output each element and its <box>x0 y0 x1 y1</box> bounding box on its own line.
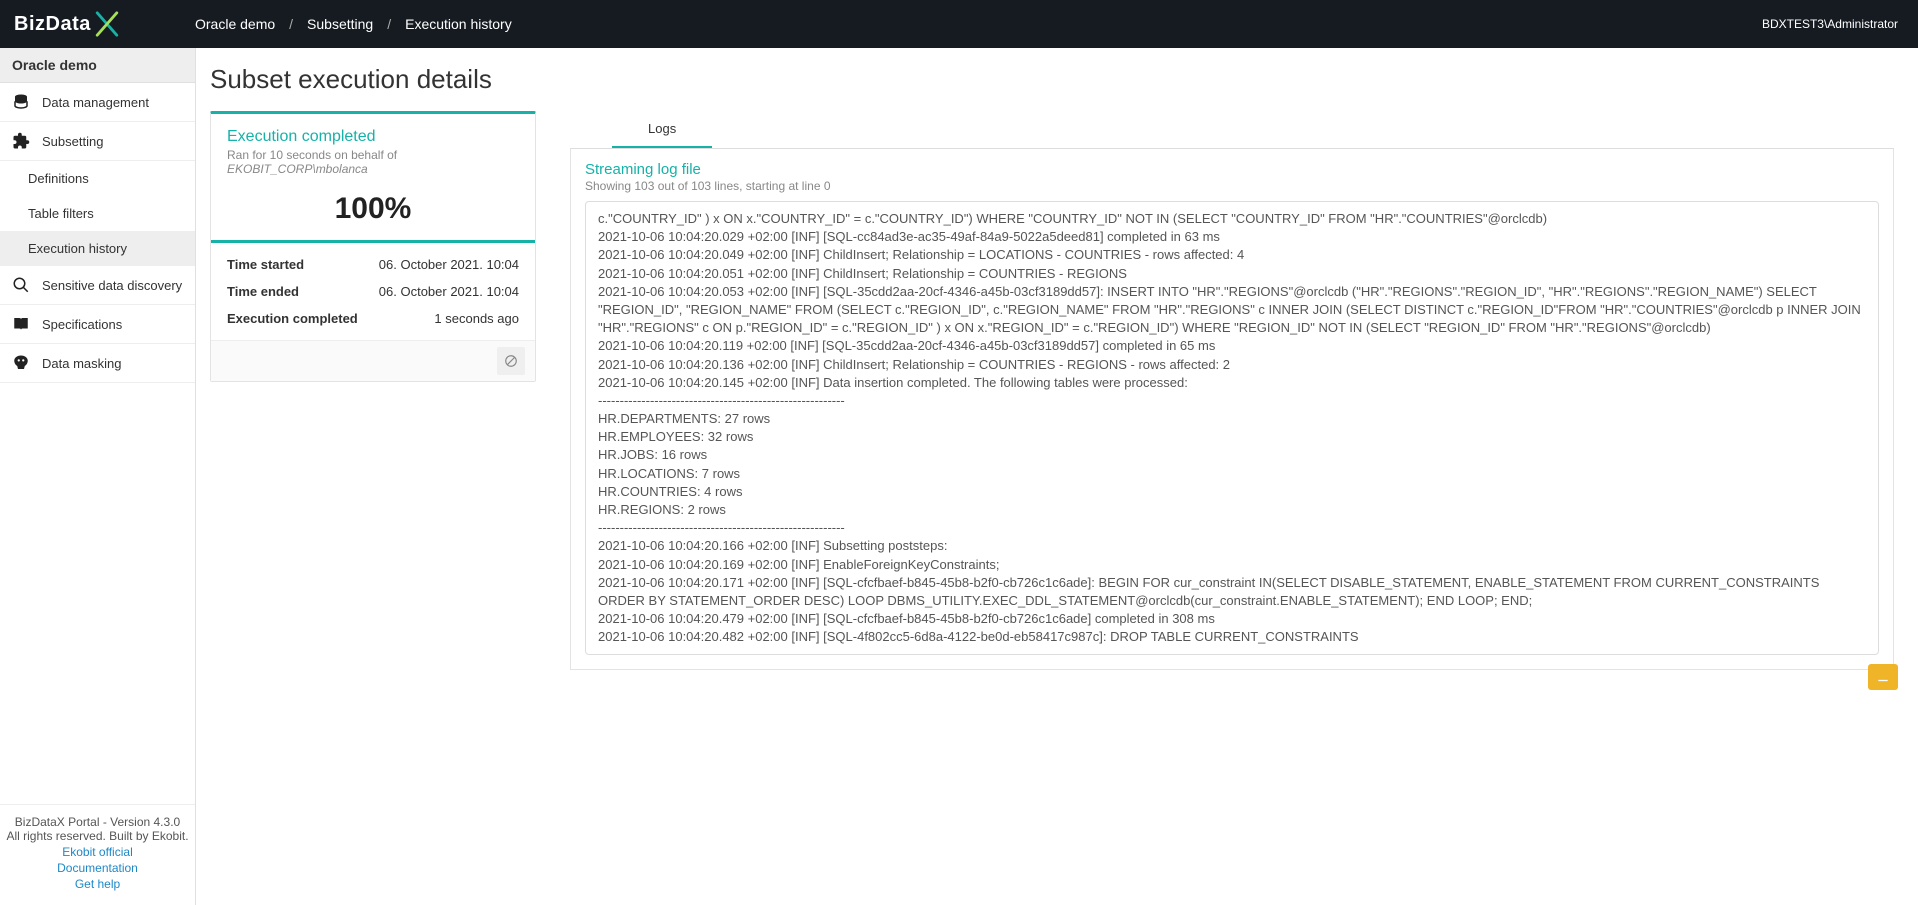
nav-specifications[interactable]: Specifications <box>0 305 195 344</box>
footer-rights: All rights reserved. Built by Ekobit. <box>6 829 189 843</box>
log-line: HR.LOCATIONS: 7 rows <box>598 465 1866 483</box>
log-line: 2021-10-06 10:04:20.049 +02:00 [INF] Chi… <box>598 246 1866 264</box>
brand-x-icon <box>93 10 121 38</box>
nav-definitions[interactable]: Definitions <box>0 161 195 196</box>
nav-label: Data masking <box>42 356 121 371</box>
log-line: ----------------------------------------… <box>598 392 1866 410</box>
nav-table-filters[interactable]: Table filters <box>0 196 195 231</box>
nav-label: Specifications <box>42 317 122 332</box>
nav-label: Data management <box>42 95 149 110</box>
log-title: Streaming log file <box>585 161 1879 178</box>
breadcrumb: Oracle demo / Subsetting / Execution his… <box>195 16 512 32</box>
breadcrumb-item[interactable]: Oracle demo <box>195 16 275 32</box>
time-ended-value: 06. October 2021. 10:04 <box>379 284 519 299</box>
log-line: 2021-10-06 10:04:20.053 +02:00 [INF] [SQ… <box>598 283 1866 338</box>
log-line: c."COUNTRY_ID" ) x ON x."COUNTRY_ID" = c… <box>598 210 1866 228</box>
user-label[interactable]: BDXTEST3\Administrator <box>1762 17 1898 31</box>
execution-status-title: Execution completed <box>227 128 519 146</box>
nav-label: Definitions <box>28 171 89 186</box>
breadcrumb-item[interactable]: Execution history <box>405 16 512 32</box>
nav-label: Sensitive data discovery <box>42 278 182 293</box>
nav: Data management Subsetting Definitions T… <box>0 83 195 804</box>
footer-link-official[interactable]: Ekobit official <box>6 845 189 859</box>
page-title: Subset execution details <box>210 64 1894 95</box>
time-ended-label: Time ended <box>227 284 299 299</box>
download-icon <box>1876 670 1890 684</box>
footer-link-docs[interactable]: Documentation <box>6 861 189 875</box>
nav-execution-history[interactable]: Execution history <box>0 231 195 266</box>
search-icon <box>12 276 30 294</box>
sidebar: Oracle demo Data management Subsetting D… <box>0 48 196 905</box>
download-log-button[interactable] <box>1868 664 1898 690</box>
log-line: 2021-10-06 10:04:20.145 +02:00 [INF] Dat… <box>598 374 1866 392</box>
breadcrumb-sep: / <box>289 16 293 32</box>
time-started-label: Time started <box>227 257 304 272</box>
nav-discovery[interactable]: Sensitive data discovery <box>0 266 195 305</box>
sidebar-footer: BizDataX Portal - Version 4.3.0 All righ… <box>0 804 195 905</box>
log-line: 2021-10-06 10:04:20.482 +02:00 [INF] [SQ… <box>598 628 1866 646</box>
main: Subset execution details Execution compl… <box>196 48 1918 905</box>
log-line: HR.EMPLOYEES: 32 rows <box>598 428 1866 446</box>
tabbar: Logs <box>570 111 1894 149</box>
log-line: 2021-10-06 10:04:20.169 +02:00 [INF] Ena… <box>598 556 1866 574</box>
log-line: HR.COUNTRIES: 4 rows <box>598 483 1866 501</box>
database-icon <box>12 93 30 111</box>
sidebar-title: Oracle demo <box>0 48 195 83</box>
footer-link-help[interactable]: Get help <box>6 877 189 891</box>
log-line: ----------------------------------------… <box>598 519 1866 537</box>
puzzle-icon <box>12 132 30 150</box>
execution-subtitle: Ran for 10 seconds on behalf of EKOBIT_C… <box>227 148 519 176</box>
log-subtitle: Showing 103 out of 103 lines, starting a… <box>585 179 1879 193</box>
book-icon <box>12 315 30 333</box>
execution-completed-label: Execution completed <box>227 311 358 326</box>
tab-logs[interactable]: Logs <box>612 111 712 148</box>
nav-label: Execution history <box>28 241 127 256</box>
execution-percent: 100% <box>227 192 519 226</box>
mask-icon <box>12 354 30 372</box>
nav-subsetting[interactable]: Subsetting <box>0 122 195 161</box>
nav-label: Subsetting <box>42 134 103 149</box>
breadcrumb-sep: / <box>387 16 391 32</box>
log-line: HR.REGIONS: 2 rows <box>598 501 1866 519</box>
cancel-icon <box>504 354 518 368</box>
log-line: 2021-10-06 10:04:20.171 +02:00 [INF] [SQ… <box>598 574 1866 610</box>
nav-label: Table filters <box>28 206 94 221</box>
execution-completed-value: 1 seconds ago <box>434 311 519 326</box>
log-line: 2021-10-06 10:04:20.119 +02:00 [INF] [SQ… <box>598 337 1866 355</box>
log-line: 2021-10-06 10:04:20.479 +02:00 [INF] [SQ… <box>598 610 1866 628</box>
execution-user: EKOBIT_CORP\mbolanca <box>227 162 368 176</box>
execution-card: Execution completed Ran for 10 seconds o… <box>210 111 536 382</box>
brand-text: BizData <box>14 13 91 36</box>
log-line: 2021-10-06 10:04:20.051 +02:00 [INF] Chi… <box>598 265 1866 283</box>
log-output[interactable]: c."COUNTRY_ID" ) x ON x."COUNTRY_ID" = c… <box>585 201 1879 655</box>
breadcrumb-item[interactable]: Subsetting <box>307 16 373 32</box>
topbar: BizData Oracle demo / Subsetting / Execu… <box>0 0 1918 48</box>
log-line: 2021-10-06 10:04:20.166 +02:00 [INF] Sub… <box>598 537 1866 555</box>
nav-data-management[interactable]: Data management <box>0 83 195 122</box>
log-line: 2021-10-06 10:04:20.136 +02:00 [INF] Chi… <box>598 356 1866 374</box>
time-started-value: 06. October 2021. 10:04 <box>379 257 519 272</box>
brand-logo[interactable]: BizData <box>0 10 195 38</box>
footer-version: BizDataX Portal - Version 4.3.0 <box>6 815 189 829</box>
execution-subtitle-prefix: Ran for 10 seconds on behalf of <box>227 148 397 162</box>
nav-masking[interactable]: Data masking <box>0 344 195 383</box>
cancel-execution-button[interactable] <box>497 347 525 375</box>
log-line: 2021-10-06 10:04:20.029 +02:00 [INF] [SQ… <box>598 228 1866 246</box>
log-line: HR.JOBS: 16 rows <box>598 446 1866 464</box>
log-section: Logs Streaming log file Showing 103 out … <box>570 111 1894 670</box>
log-line: HR.DEPARTMENTS: 27 rows <box>598 410 1866 428</box>
